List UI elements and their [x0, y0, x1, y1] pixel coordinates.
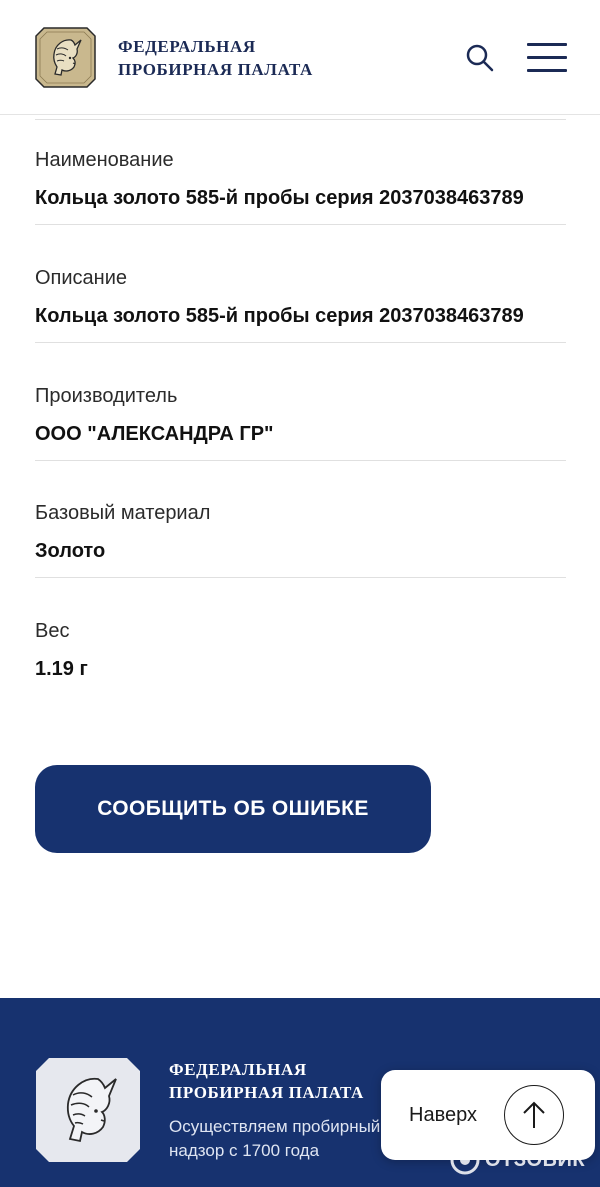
- hamburger-menu-icon: [527, 56, 567, 59]
- brand-name[interactable]: ФЕДЕРАЛЬНАЯ ПРОБИРНАЯ ПАЛАТА: [118, 35, 313, 81]
- search-icon: [466, 44, 494, 72]
- field-value: ООО "АЛЕКСАНДРА ГР": [35, 423, 274, 445]
- field-label: Описание: [35, 267, 128, 289]
- watermark-text: ОТЗОВИК: [485, 1148, 586, 1171]
- divider: [35, 460, 566, 461]
- footer-description-line-1: Осуществляем пробирный: [169, 1117, 381, 1136]
- field-label: Базовый материал: [35, 502, 211, 524]
- scroll-to-top-label: Наверх: [409, 1104, 477, 1126]
- brand-line-2: ПРОБИРНАЯ ПАЛАТА: [118, 60, 313, 79]
- footer-description-line-2: надзор с 1700 года: [169, 1141, 320, 1160]
- footer-emblem-icon[interactable]: [35, 1057, 141, 1163]
- otzovik-logo-icon: [450, 1145, 480, 1175]
- field-value: Золото: [35, 540, 106, 562]
- arrow-up-icon: [504, 1085, 564, 1145]
- menu-button[interactable]: [527, 43, 567, 73]
- divider: [35, 342, 566, 343]
- divider: [35, 119, 566, 120]
- field-value: Кольца золото 585-й пробы серия 20370384…: [35, 187, 524, 209]
- report-error-button[interactable]: СООБЩИТЬ ОБ ОШИБКЕ: [35, 765, 431, 853]
- otzovik-watermark: ОТЗОВИК: [450, 1144, 585, 1176]
- hamburger-menu-icon: [527, 69, 567, 72]
- footer-brand-line-1: ФЕДЕРАЛЬНАЯ: [169, 1060, 307, 1079]
- hamburger-menu-icon: [527, 43, 567, 46]
- divider: [35, 224, 566, 225]
- field-label: Производитель: [35, 385, 178, 407]
- brand-line-1: ФЕДЕРАЛЬНАЯ: [118, 37, 256, 56]
- search-button[interactable]: [464, 42, 496, 74]
- assay-chamber-emblem-icon[interactable]: [35, 27, 96, 88]
- footer-description: Осуществляем пробирный надзор с 1700 год…: [169, 1115, 389, 1163]
- field-label: Вес: [35, 620, 70, 642]
- footer-brand-line-2: ПРОБИРНАЯ ПАЛАТА: [169, 1083, 364, 1102]
- site-header: ФЕДЕРАЛЬНАЯ ПРОБИРНАЯ ПАЛАТА: [0, 0, 600, 115]
- field-value: 1.19 г: [35, 658, 88, 680]
- divider: [35, 577, 566, 578]
- field-value: Кольца золото 585-й пробы серия 20370384…: [35, 305, 524, 327]
- field-label: Наименование: [35, 149, 174, 171]
- footer-brand-name: ФЕДЕРАЛЬНАЯ ПРОБИРНАЯ ПАЛАТА: [169, 1058, 364, 1104]
